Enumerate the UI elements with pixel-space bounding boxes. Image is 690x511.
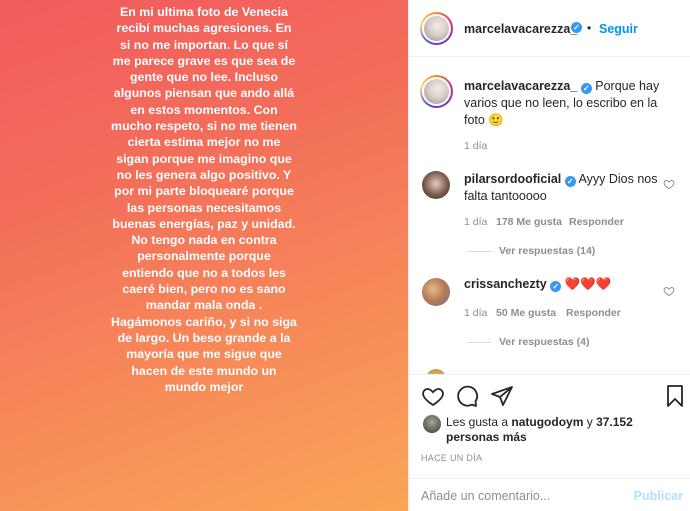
comments-list[interactable]: marcelavacarezza_ ✓ Porque hay varios qu… (409, 58, 690, 374)
comment-bubble-icon[interactable] (455, 384, 479, 408)
comment-1-time[interactable]: 1 día (464, 216, 487, 228)
caption: marcelavacarezza_ ✓ Porque hay varios qu… (464, 78, 674, 129)
comment-avatar[interactable] (422, 171, 450, 199)
post-header: marcelavacarezza_ ✓ • Seguir (409, 0, 690, 57)
add-comment-bar: Publicar (409, 478, 690, 511)
separator-dot: • (587, 21, 592, 35)
author-username[interactable]: marcelavacarezza_ (464, 22, 577, 36)
comment-2-username[interactable]: crissanchezty (464, 277, 547, 291)
comment-1-username[interactable]: pilarsordooficial (464, 172, 561, 186)
likes-joiner: y (586, 415, 593, 429)
publish-button[interactable]: Publicar (634, 489, 683, 503)
caption-verified-icon: ✓ (580, 83, 592, 94)
comment-input[interactable] (421, 486, 631, 506)
comment-2: crissanchezty ✓ ❤️❤️❤️ (464, 276, 664, 293)
caption-avatar[interactable] (420, 75, 453, 108)
post-image-text: En mi ultima foto de Venecia recibí much… (111, 5, 297, 394)
comment-1-verified-icon: ✓ (564, 176, 576, 187)
verified-badge-icon: ✓ (571, 22, 582, 33)
comment-2-view-replies[interactable]: Ver respuestas (4) (499, 336, 589, 348)
comment-2-time[interactable]: 1 día (464, 307, 487, 319)
comment-2-text: ❤️❤️❤️ (564, 277, 612, 291)
post-date[interactable]: HACE UN DÍA (421, 453, 482, 463)
likes-user[interactable]: natugodoym (511, 415, 583, 429)
liker-avatar[interactable] (423, 415, 441, 433)
follow-button[interactable]: Seguir (599, 22, 638, 36)
comment-1-like-heart-icon[interactable] (663, 178, 675, 190)
post-sidebar: marcelavacarezza_ ✓ • Seguir marcelavaca… (408, 0, 690, 511)
replies-divider (467, 251, 491, 252)
share-paper-plane-icon[interactable] (490, 384, 514, 408)
likes-prefix: Les gusta a (446, 415, 509, 429)
comment-2-verified-icon: ✓ (550, 281, 562, 292)
comment-1-likes[interactable]: 178 Me gusta (496, 216, 562, 228)
caption-time[interactable]: 1 día (464, 140, 487, 152)
likes-summary[interactable]: Les gusta a natugodoym y 37.152 personas… (446, 415, 681, 445)
comment-1-reply-button[interactable]: Responder (569, 216, 624, 228)
comment-avatar[interactable] (422, 278, 450, 306)
comment-2-like-heart-icon[interactable] (663, 285, 675, 297)
post-image[interactable]: En mi ultima foto de Venecia recibí much… (0, 0, 408, 511)
replies-divider (467, 342, 491, 343)
caption-username[interactable]: marcelavacarezza_ (464, 79, 577, 93)
save-bookmark-icon[interactable] (663, 384, 687, 408)
comment-2-reply-button[interactable]: Responder (566, 307, 621, 319)
comment-2-likes[interactable]: 50 Me gusta (496, 307, 556, 319)
comment-1-view-replies[interactable]: Ver respuestas (14) (499, 245, 595, 257)
comment-1: pilarsordooficial ✓ Ayyy Dios nos falta … (464, 171, 664, 205)
like-heart-icon[interactable] (421, 384, 445, 408)
author-avatar[interactable] (420, 12, 453, 45)
